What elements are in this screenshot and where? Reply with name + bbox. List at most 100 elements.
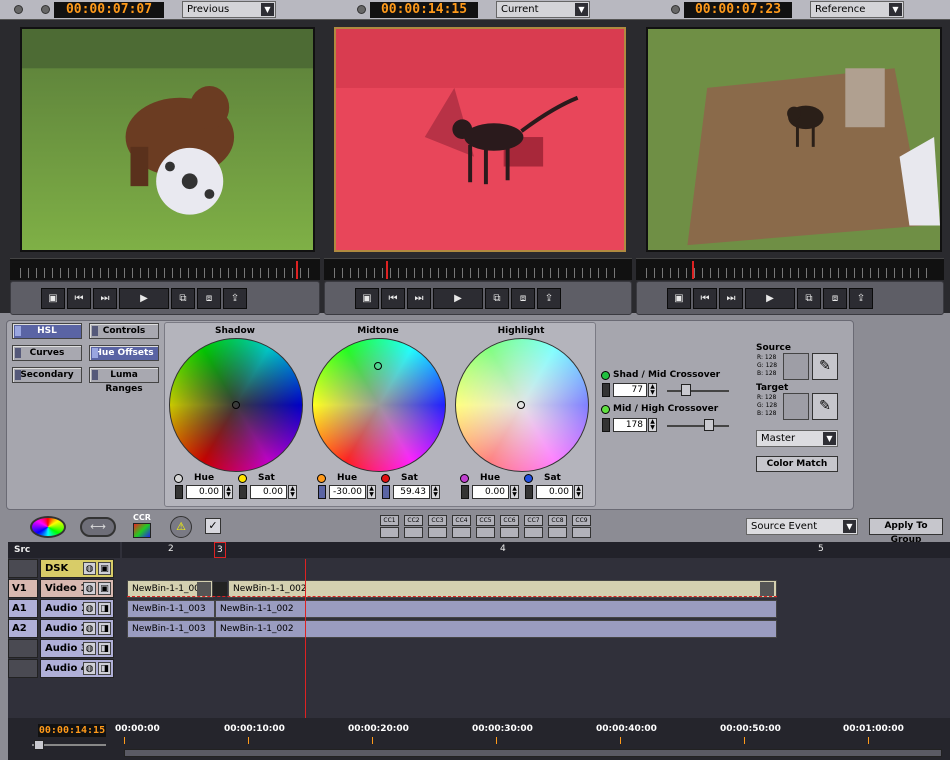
- cc6-slot[interactable]: [500, 527, 519, 538]
- highlight-hue-swatch[interactable]: [461, 485, 469, 499]
- shadow-sat-swatch[interactable]: [239, 485, 247, 499]
- midtone-sat-swatch[interactable]: [382, 485, 390, 499]
- mid-high-crossover-slider[interactable]: [667, 425, 729, 427]
- tab-hsl[interactable]: HSL: [12, 323, 82, 339]
- ccr-icon[interactable]: [133, 523, 151, 538]
- a2-track-id[interactable]: A2: [8, 619, 38, 638]
- cc6-button[interactable]: CC6: [500, 515, 519, 526]
- play-icon[interactable]: ▶: [433, 288, 483, 309]
- source-eyedropper-icon[interactable]: ✎: [812, 353, 838, 380]
- cc5-button[interactable]: CC5: [476, 515, 495, 526]
- shadow-hue-input[interactable]: 0.00: [186, 485, 223, 499]
- shad-mid-spinner[interactable]: ▲ ▼: [648, 383, 657, 397]
- a1-clip-1[interactable]: NewBin-1-1_003: [127, 600, 215, 618]
- mid-high-crossover-input[interactable]: 178: [613, 418, 647, 432]
- mark-in-icon[interactable]: ⧉: [485, 288, 509, 309]
- midtone-color-wheel[interactable]: [312, 338, 446, 472]
- mid-high-slider-knob[interactable]: [704, 419, 714, 431]
- reference-monitor-dropdown[interactable]: Reference ▼: [810, 1, 904, 18]
- cc1-slot[interactable]: [380, 527, 399, 538]
- tab-controls[interactable]: Controls: [89, 323, 159, 339]
- play-icon[interactable]: ▶: [119, 288, 169, 309]
- cc2-slot[interactable]: [404, 527, 423, 538]
- tab-hue-offsets[interactable]: Hue Offsets: [89, 345, 159, 361]
- cc4-button[interactable]: CC4: [452, 515, 471, 526]
- shadow-hue-swatch[interactable]: [175, 485, 183, 499]
- a1-clip-2[interactable]: NewBin-1-1_002: [215, 600, 777, 618]
- a1-track-id[interactable]: A1: [8, 599, 38, 618]
- enable-checkbox[interactable]: ✓: [205, 518, 221, 534]
- segment-ruler[interactable]: 2 3 4 5: [122, 542, 950, 558]
- mark-out-icon[interactable]: ⧈: [197, 288, 221, 309]
- monitor-icon[interactable]: ▣: [98, 582, 111, 595]
- monitor-speaker-icon[interactable]: ◨: [98, 642, 111, 655]
- go-to-start-icon[interactable]: ⏮: [693, 288, 717, 309]
- mark-out-icon[interactable]: ⧈: [823, 288, 847, 309]
- midtone-wheel-crosshair[interactable]: [374, 362, 382, 370]
- tab-curves[interactable]: Curves: [12, 345, 82, 361]
- current-scrub-bar[interactable]: [324, 258, 632, 280]
- previous-monitor-video[interactable]: [20, 27, 315, 252]
- cc8-button[interactable]: CC8: [548, 515, 567, 526]
- cc7-slot[interactable]: [524, 527, 543, 538]
- color-match-button[interactable]: Color Match: [756, 456, 838, 472]
- highlight-hue-input[interactable]: 0.00: [472, 485, 509, 499]
- current-monitor-dropdown[interactable]: Current ▼: [496, 1, 590, 18]
- v1-track-label[interactable]: Video 1 ◍ ▣: [40, 579, 114, 598]
- shad-mid-swatch[interactable]: [602, 383, 610, 397]
- a2-clip-2[interactable]: NewBin-1-1_002: [215, 620, 777, 638]
- link-monitors-icon[interactable]: ⟷: [80, 517, 116, 537]
- clip-effect-icon[interactable]: [197, 582, 211, 596]
- monitor-icon[interactable]: ▣: [98, 562, 111, 575]
- cc3-slot[interactable]: [428, 527, 447, 538]
- mark-out-icon[interactable]: ⧈: [511, 288, 535, 309]
- go-to-end-icon[interactable]: ⏭: [407, 288, 431, 309]
- color-correction-mode-icon[interactable]: [30, 516, 66, 538]
- clip-effect-icon[interactable]: [760, 582, 774, 596]
- speaker-icon[interactable]: ◍: [83, 662, 96, 675]
- monitor-toggle-icon[interactable]: ▣: [41, 288, 65, 309]
- target-eyedropper-icon[interactable]: ✎: [812, 393, 838, 420]
- cc9-button[interactable]: CC9: [572, 515, 591, 526]
- master-dropdown[interactable]: Master ▼: [756, 430, 838, 447]
- menu-dot-icon[interactable]: [14, 5, 23, 14]
- v1-track-id[interactable]: V1: [8, 579, 38, 598]
- go-to-start-icon[interactable]: ⏮: [381, 288, 405, 309]
- monitor-speaker-icon[interactable]: ◨: [98, 602, 111, 615]
- shadow-sat-input[interactable]: 0.00: [250, 485, 287, 499]
- a2-track-label[interactable]: Audio 2 ◍ ◨: [40, 619, 114, 638]
- cc1-button[interactable]: CC1: [380, 515, 399, 526]
- timeline-horizontal-scrollbar[interactable]: [124, 749, 942, 757]
- export-frame-icon[interactable]: ⇪: [223, 288, 247, 309]
- mark-in-icon[interactable]: ⧉: [797, 288, 821, 309]
- speaker-icon[interactable]: ◍: [83, 622, 96, 635]
- highlight-sat-swatch[interactable]: [525, 485, 533, 499]
- highlight-wheel-crosshair[interactable]: [517, 401, 525, 409]
- shad-mid-crossover-slider[interactable]: [667, 390, 729, 392]
- mark-in-icon[interactable]: ⧉: [171, 288, 195, 309]
- go-to-end-icon[interactable]: ⏭: [719, 288, 743, 309]
- midtone-sat-input[interactable]: 59.43: [393, 485, 430, 499]
- cc3-button[interactable]: CC3: [428, 515, 447, 526]
- speaker-icon[interactable]: ◍: [83, 562, 96, 575]
- monitor-toggle-icon[interactable]: ▣: [667, 288, 691, 309]
- midtone-hue-spinner[interactable]: ▲ ▼: [367, 485, 376, 499]
- mid-high-swatch[interactable]: [602, 418, 610, 432]
- export-frame-icon[interactable]: ⇪: [849, 288, 873, 309]
- highlight-sat-spinner[interactable]: ▲ ▼: [574, 485, 583, 499]
- midtone-sat-spinner[interactable]: ▲ ▼: [431, 485, 440, 499]
- go-to-end-icon[interactable]: ⏭: [93, 288, 117, 309]
- shad-mid-slider-knob[interactable]: [681, 384, 691, 396]
- mid-high-spinner[interactable]: ▲ ▼: [648, 418, 657, 432]
- cc7-button[interactable]: CC7: [524, 515, 543, 526]
- play-icon[interactable]: ▶: [745, 288, 795, 309]
- highlight-hue-spinner[interactable]: ▲ ▼: [510, 485, 519, 499]
- shadow-wheel-crosshair[interactable]: [232, 401, 240, 409]
- cc4-slot[interactable]: [452, 527, 471, 538]
- midtone-hue-input[interactable]: -30.00: [329, 485, 366, 499]
- a4-track-label[interactable]: Audio 4 ◍ ◨: [40, 659, 114, 678]
- reference-monitor-video[interactable]: [646, 27, 942, 252]
- monitor-speaker-icon[interactable]: ◨: [98, 622, 111, 635]
- shadow-sat-spinner[interactable]: ▲ ▼: [288, 485, 297, 499]
- zoom-slider-knob[interactable]: [34, 740, 44, 750]
